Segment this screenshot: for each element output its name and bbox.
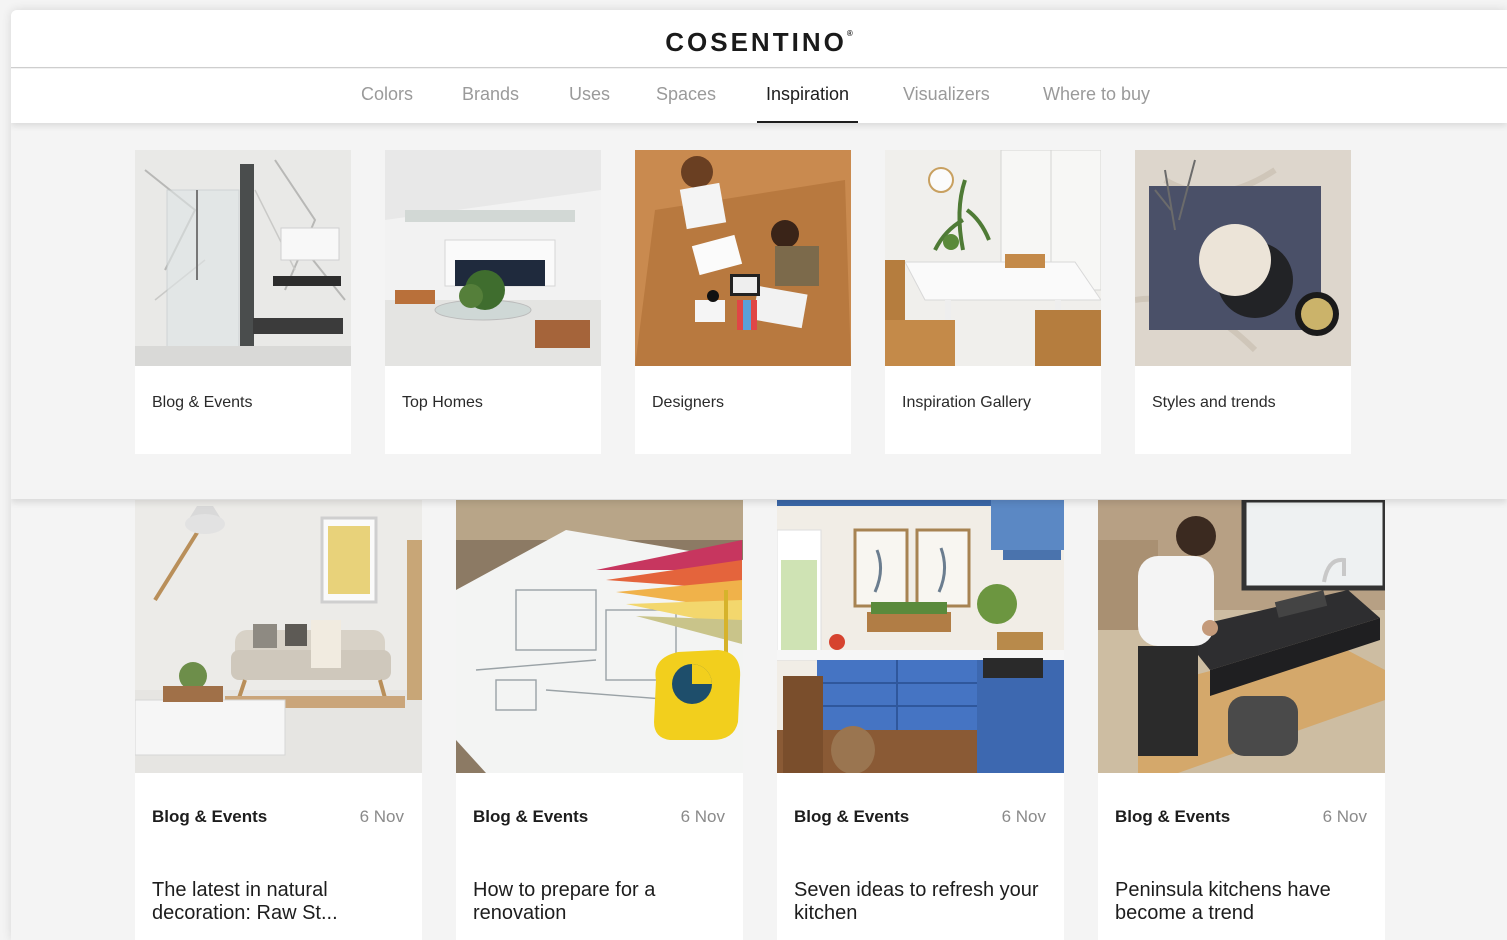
peninsula-kitchen-image: [1098, 500, 1385, 773]
tile-label: Styles and trends: [1152, 394, 1276, 411]
inspiration-submenu: Blog & Events Top Homes Designers Inspir…: [11, 123, 1507, 499]
submenu-tile-blog-events[interactable]: Blog & Events: [135, 150, 351, 454]
nav-item-brands[interactable]: Brands: [462, 69, 519, 123]
submenu-tile-styles-and-trends[interactable]: Styles and trends: [1135, 150, 1351, 454]
tile-label: Designers: [652, 394, 725, 411]
submenu-tile-designers[interactable]: Designers: [635, 150, 851, 454]
site-header: COSENTINO®: [11, 10, 1507, 68]
article-category: Blog & Events: [473, 807, 589, 826]
designers-desk-image: [635, 150, 851, 366]
nav-item-visualizers[interactable]: Visualizers: [903, 69, 990, 123]
article-card-renovation[interactable]: Blog & Events 6 Nov How to prepare for a…: [456, 500, 743, 940]
blue-kitchen-image: [777, 500, 1064, 773]
blueprint-tape-image: [456, 500, 743, 773]
article-category: Blog & Events: [1115, 807, 1231, 826]
article-date: 6 Nov: [1001, 807, 1046, 826]
article-card-raw-style[interactable]: Blog & Events 6 Nov The latest in natura…: [135, 500, 422, 940]
submenu-tile-top-homes[interactable]: Top Homes: [385, 150, 601, 454]
natural-decor-living-room-image: [135, 500, 422, 773]
article-date: 6 Nov: [680, 807, 725, 826]
browser-page: COSENTINO® Colors Brands Uses Spaces Ins…: [11, 10, 1507, 940]
nav-item-inspiration[interactable]: Inspiration: [756, 69, 859, 123]
nav-item-spaces[interactable]: Spaces: [656, 69, 716, 123]
article-date: 6 Nov: [1322, 807, 1367, 826]
cosentino-logo[interactable]: COSENTINO®: [665, 27, 852, 58]
article-date: 6 Nov: [359, 807, 404, 826]
article-card-peninsula-kitchens[interactable]: Blog & Events 6 Nov Peninsula kitchens h…: [1098, 500, 1385, 940]
article-title[interactable]: Seven ideas to refresh your kitchen: [794, 879, 1054, 925]
logo-mark: ®: [846, 29, 853, 38]
styles-moodboard-image: [1135, 150, 1351, 366]
nav-item-uses[interactable]: Uses: [569, 69, 610, 123]
bathroom-image: [135, 150, 351, 366]
nav-item-where-to-buy[interactable]: Where to buy: [1043, 69, 1150, 123]
article-category: Blog & Events: [152, 807, 268, 826]
article-card-kitchen-ideas[interactable]: Blog & Events 6 Nov Seven ideas to refre…: [777, 500, 1064, 940]
tile-label: Inspiration Gallery: [902, 394, 1031, 411]
article-title[interactable]: Peninsula kitchens have become a trend: [1115, 879, 1375, 925]
logo-text: COSENTINO: [665, 27, 847, 57]
nav-item-colors[interactable]: Colors: [361, 69, 413, 123]
article-category: Blog & Events: [794, 807, 910, 826]
article-title[interactable]: The latest in natural decoration: Raw St…: [152, 879, 412, 925]
main-nav: Colors Brands Uses Spaces Inspiration Vi…: [11, 69, 1507, 123]
submenu-tile-inspiration-gallery[interactable]: Inspiration Gallery: [885, 150, 1101, 454]
article-title[interactable]: How to prepare for a renovation: [473, 879, 733, 925]
tile-label: Blog & Events: [152, 394, 253, 411]
living-room-image: [385, 150, 601, 366]
dining-room-image: [885, 150, 1101, 366]
tile-label: Top Homes: [402, 394, 483, 411]
